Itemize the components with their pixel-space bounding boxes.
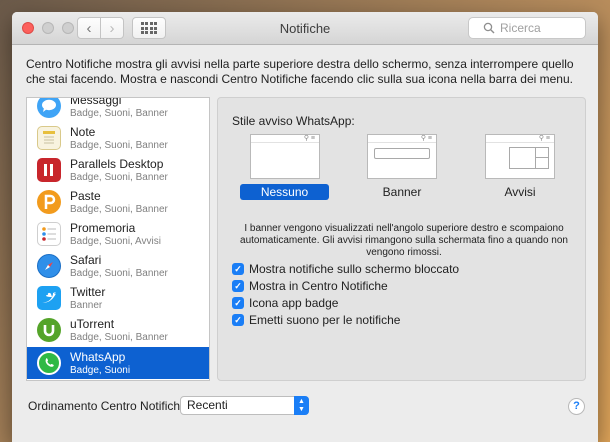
updown-arrows-icon: ▲ ▼ [294, 396, 309, 415]
help-button[interactable]: ? [568, 398, 585, 415]
list-item-utorrent[interactable]: uTorrent Badge, Suoni, Banner [27, 314, 209, 346]
alert-style-label: Stile avviso WhatsApp: [232, 114, 355, 128]
app-alert-types: Badge, Suoni, Avvisi [70, 235, 161, 247]
app-name: Promemoria [70, 220, 136, 235]
utorrent-icon [37, 318, 61, 342]
app-alert-types: Badge, Suoni, Banner [70, 203, 168, 215]
app-alert-types: Badge, Suoni, Banner [70, 171, 168, 183]
title-bar: ‹ › Notifiche Ricerca [12, 12, 598, 45]
notifications-preferences-window: ‹ › Notifiche Ricerca Centro Notifiche m… [12, 12, 598, 442]
app-name: Note [70, 124, 96, 139]
messages-icon [37, 98, 61, 118]
app-name: WhatsApp [70, 349, 126, 364]
search-icon [483, 22, 495, 34]
list-item-paste[interactable]: Paste Badge, Suoni, Banner [27, 186, 209, 218]
app-alert-types: Badge, Suoni, Banner [70, 267, 168, 279]
list-item-note[interactable]: Note Badge, Suoni, Banner [27, 122, 209, 154]
twitter-icon [37, 286, 61, 310]
alert-style-banner[interactable]: ⚲ ≡ Banner [366, 134, 438, 200]
app-name: Parallels Desktop [70, 156, 164, 171]
app-alert-types: Badge, Suoni, Banner [70, 139, 168, 151]
checkmark-icon: ✓ [232, 263, 244, 275]
list-item-twitter[interactable]: Twitter Banner [27, 282, 209, 314]
list-item-whatsapp[interactable]: WhatsApp Badge, Suoni [27, 347, 209, 379]
app-name: Paste [70, 188, 101, 203]
paste-icon [37, 190, 61, 214]
reminders-icon [37, 222, 61, 246]
alert-style-alerts-label: Avvisi [504, 185, 536, 199]
list-item-parallels-desktop[interactable]: Parallels Desktop Badge, Suoni, Banner [27, 154, 209, 186]
alert-style-alerts-preview: ⚲ ≡ [485, 134, 555, 179]
app-name: uTorrent [70, 316, 115, 331]
alert-style-none[interactable]: ⚲ ≡ Nessuno [240, 134, 329, 200]
search-placeholder: Ricerca [500, 21, 541, 35]
app-alert-types: Badge, Suoni, Banner [70, 107, 168, 119]
alert-style-none-preview: ⚲ ≡ [250, 134, 320, 179]
app-alert-types: Badge, Suoni [70, 364, 131, 376]
app-alert-types: Banner [70, 299, 103, 311]
checkbox-label: Icona app badge [249, 296, 339, 310]
search-field[interactable]: Ricerca [468, 17, 586, 39]
whatsapp-icon [37, 351, 61, 375]
app-settings-panel: Stile avviso WhatsApp: ⚲ ≡ Nessuno ⚲ ≡ B… [217, 97, 586, 381]
checkbox-play-sound[interactable]: ✓ Emetti suono per le notifiche [232, 312, 400, 328]
app-list[interactable]: Messaggi Badge, Suoni, Banner Note Badge… [26, 97, 210, 381]
safari-icon [37, 254, 61, 278]
alert-style-banner-preview: ⚲ ≡ [367, 134, 437, 179]
alert-style-banner-label: Banner [382, 185, 422, 199]
checkmark-icon: ✓ [232, 314, 244, 326]
app-name: Twitter [70, 284, 106, 299]
app-alert-types: Badge, Suoni, Banner [70, 331, 168, 343]
checkbox-badge-icon[interactable]: ✓ Icona app badge [232, 295, 338, 311]
sort-order-value: Recenti [187, 398, 228, 412]
list-item-messaggi[interactable]: Messaggi Badge, Suoni, Banner [27, 97, 209, 122]
checkbox-label: Mostra notifiche sullo schermo bloccato [249, 262, 460, 276]
notes-icon [37, 126, 61, 150]
app-name: Safari [70, 252, 102, 267]
sort-order-select[interactable]: Recenti ▲ ▼ [180, 396, 309, 415]
alert-style-none-label: Nessuno [240, 184, 329, 200]
parallels-icon [37, 158, 61, 182]
checkbox-label: Emetti suono per le notifiche [249, 313, 401, 327]
intro-text: Centro Notifiche mostra gli avvisi nella… [26, 57, 574, 86]
app-name: Messaggi [70, 97, 122, 107]
checkmark-icon: ✓ [232, 280, 244, 292]
checkbox-label: Mostra in Centro Notifiche [249, 279, 388, 293]
checkbox-show-in-center[interactable]: ✓ Mostra in Centro Notifiche [232, 278, 388, 294]
list-item-safari[interactable]: Safari Badge, Suoni, Banner [27, 250, 209, 282]
sort-order-label: Ordinamento Centro Notifiche: [28, 399, 191, 413]
checkmark-icon: ✓ [232, 297, 244, 309]
checkbox-lock-screen[interactable]: ✓ Mostra notifiche sullo schermo bloccat… [232, 261, 459, 277]
alert-style-alerts[interactable]: ⚲ ≡ Avvisi [484, 134, 556, 200]
list-item-promemoria[interactable]: Promemoria Badge, Suoni, Avvisi [27, 218, 209, 250]
alert-style-description: I banner vengono visualizzati nell'angol… [240, 223, 568, 258]
